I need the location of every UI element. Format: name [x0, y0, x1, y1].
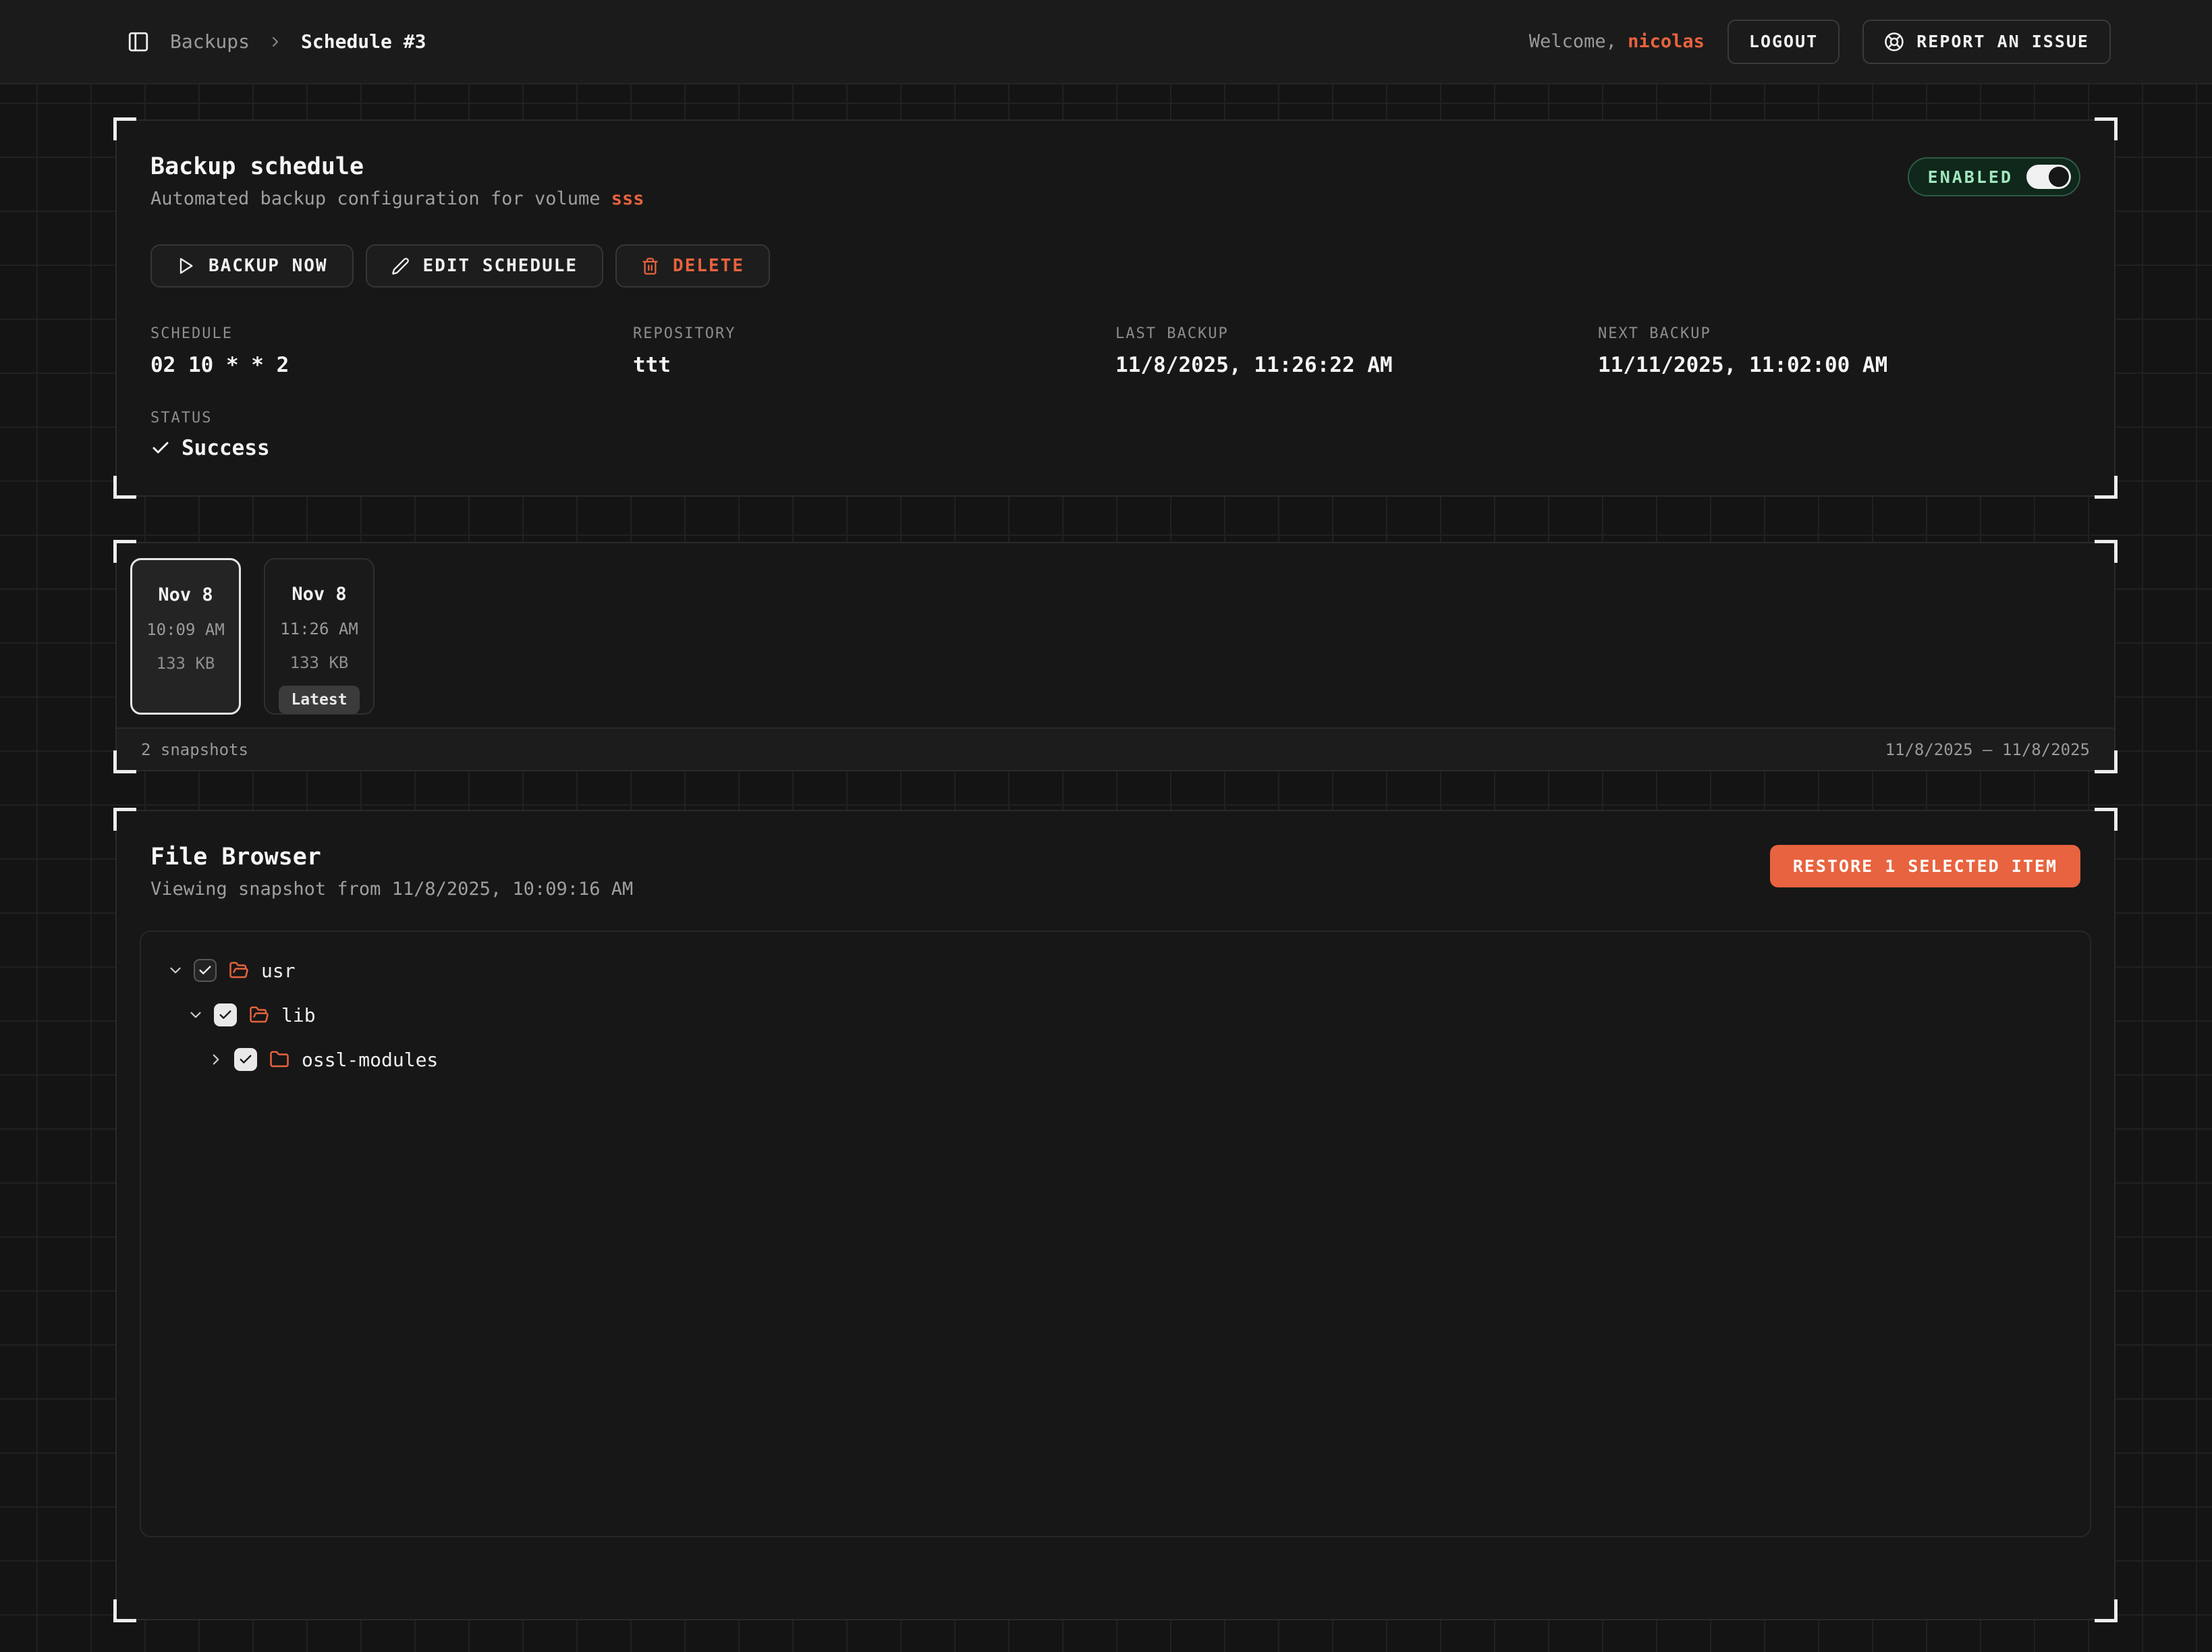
toggle-knob — [2049, 167, 2069, 187]
chevron-right-icon — [267, 34, 283, 50]
backup-now-button[interactable]: BACKUP NOW — [150, 244, 354, 287]
snapshot-time: 10:09 AM — [146, 620, 225, 639]
snapshot-size: 133 KB — [290, 653, 349, 672]
corner-bracket — [113, 476, 136, 499]
schedule-fields: SCHEDULE 02 10 * * 2 REPOSITORY ttt LAST… — [150, 325, 2080, 377]
pencil-icon — [391, 257, 410, 275]
field-repository: REPOSITORY ttt — [633, 325, 1115, 377]
snapshot-card-latest[interactable]: Nov 8 11:26 AM 133 KB Latest — [264, 558, 375, 715]
corner-bracket — [113, 1599, 136, 1622]
play-icon — [176, 256, 195, 275]
tree-item-label: usr — [261, 960, 296, 982]
field-next-backup: NEXT BACKUP 11/11/2025, 11:02:00 AM — [1598, 325, 2080, 377]
breadcrumb-current: Schedule #3 — [301, 30, 426, 53]
tree-item-label: lib — [281, 1004, 316, 1026]
field-value: 11/11/2025, 11:02:00 AM — [1598, 353, 2080, 377]
delete-label: DELETE — [673, 256, 744, 276]
breadcrumb-parent[interactable]: Backups — [170, 30, 250, 53]
file-browser-card: File Browser Viewing snapshot from 11/8/… — [115, 810, 2116, 1620]
field-last-backup: LAST BACKUP 11/8/2025, 11:26:22 AM — [1115, 325, 1598, 377]
schedule-card-title: Backup schedule — [150, 153, 644, 180]
folder-open-icon — [249, 1005, 269, 1025]
report-issue-button[interactable]: REPORT AN ISSUE — [1862, 20, 2111, 64]
schedule-card-subtitle: Automated backup configuration for volum… — [150, 188, 644, 209]
corner-bracket — [2095, 1599, 2118, 1622]
toggle-switch[interactable] — [2026, 165, 2071, 189]
chevron-down-icon[interactable] — [187, 1006, 204, 1024]
breadcrumb: Backups Schedule #3 — [170, 30, 426, 53]
edit-schedule-label: EDIT SCHEDULE — [423, 256, 578, 276]
checkbox-usr[interactable] — [194, 959, 217, 982]
delete-button[interactable]: DELETE — [615, 244, 770, 287]
top-bar: Backups Schedule #3 Welcome, nicolas LOG… — [0, 0, 2212, 84]
sidebar-toggle-icon[interactable] — [127, 30, 150, 53]
field-value: ttt — [633, 353, 1115, 377]
field-schedule: SCHEDULE 02 10 * * 2 — [150, 325, 633, 377]
edit-schedule-button[interactable]: EDIT SCHEDULE — [366, 244, 604, 287]
tree-row-usr[interactable]: usr — [141, 948, 2090, 993]
snapshot-size: 133 KB — [157, 654, 215, 673]
username: nicolas — [1628, 31, 1705, 52]
status-badge: Success — [182, 436, 270, 460]
file-browser-subtitle: Viewing snapshot from 11/8/2025, 10:09:1… — [150, 879, 633, 900]
field-label: NEXT BACKUP — [1598, 325, 2080, 342]
chevron-right-icon[interactable] — [207, 1051, 225, 1068]
snapshot-time: 11:26 AM — [280, 620, 358, 638]
checkbox-lib[interactable] — [214, 1003, 237, 1026]
snapshot-date: Nov 8 — [158, 584, 213, 605]
file-tree: usr lib — [140, 931, 2091, 1537]
field-label: REPOSITORY — [633, 325, 1115, 342]
folder-open-icon — [229, 960, 249, 981]
file-browser-title: File Browser — [150, 844, 633, 871]
field-label: SCHEDULE — [150, 325, 633, 342]
enabled-label: ENABLED — [1928, 167, 2013, 187]
corner-bracket — [113, 808, 136, 831]
snapshots-card: Nov 8 10:09 AM 133 KB Nov 8 11:26 AM 133… — [115, 542, 2116, 771]
report-issue-label: REPORT AN ISSUE — [1916, 32, 2089, 51]
status-label: STATUS — [150, 410, 2080, 426]
enabled-toggle[interactable]: ENABLED — [1908, 157, 2080, 196]
latest-badge: Latest — [279, 686, 359, 714]
field-label: LAST BACKUP — [1115, 325, 1598, 342]
welcome-text: Welcome, nicolas — [1529, 31, 1705, 52]
snapshot-date: Nov 8 — [292, 584, 346, 605]
snapshot-date-range: 11/8/2025 – 11/8/2025 — [1885, 740, 2090, 759]
tree-item-label: ossl-modules — [302, 1049, 438, 1071]
checkbox-ossl-modules[interactable] — [234, 1048, 257, 1071]
tree-row-ossl-modules[interactable]: ossl-modules — [141, 1037, 2090, 1082]
logout-button[interactable]: LOGOUT — [1727, 20, 1840, 64]
backup-now-label: BACKUP NOW — [209, 256, 328, 276]
corner-bracket — [2095, 117, 2118, 140]
field-value: 02 10 * * 2 — [150, 353, 633, 377]
logout-label: LOGOUT — [1749, 32, 1818, 51]
snapshots-footer: 2 snapshots 11/8/2025 – 11/8/2025 — [117, 727, 2114, 770]
snapshot-timeline: Nov 8 10:09 AM 133 KB Nov 8 11:26 AM 133… — [117, 543, 2114, 715]
corner-bracket — [2095, 808, 2118, 831]
restore-button[interactable]: RESTORE 1 SELECTED ITEM — [1770, 845, 2080, 887]
backup-schedule-card: Backup schedule Automated backup configu… — [115, 119, 2116, 497]
trash-icon — [641, 257, 659, 275]
tree-row-lib[interactable]: lib — [141, 993, 2090, 1037]
chevron-down-icon[interactable] — [167, 962, 184, 979]
corner-bracket — [2095, 476, 2118, 499]
lifebuoy-icon — [1884, 32, 1904, 52]
corner-bracket — [113, 117, 136, 140]
field-value: 11/8/2025, 11:26:22 AM — [1115, 353, 1598, 377]
check-icon — [150, 438, 171, 458]
snapshot-card-selected[interactable]: Nov 8 10:09 AM 133 KB — [130, 558, 241, 715]
volume-name: sss — [611, 188, 644, 209]
status-block: STATUS Success — [150, 410, 2080, 460]
snapshot-count: 2 snapshots — [141, 740, 248, 759]
folder-icon — [269, 1049, 289, 1070]
